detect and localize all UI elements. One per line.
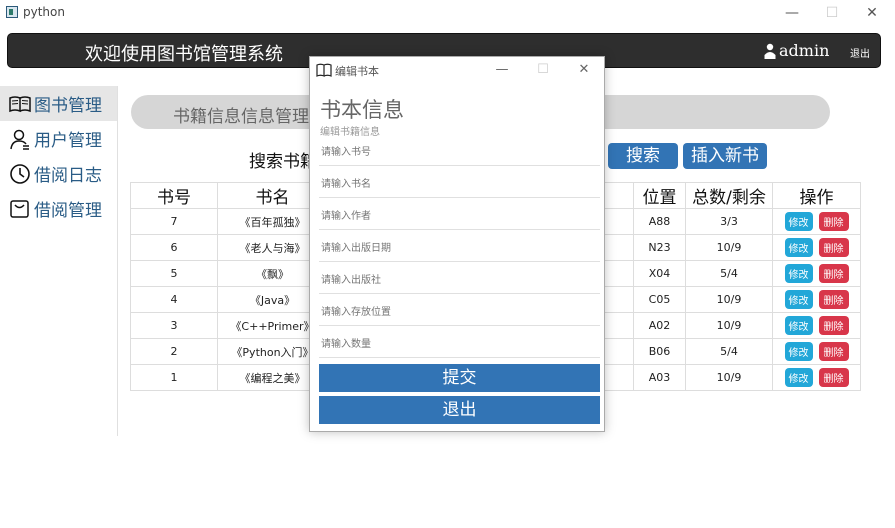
submit-button[interactable]: 提交 (319, 364, 600, 392)
cell-count: 10/9 (685, 234, 773, 261)
author-input[interactable] (319, 204, 600, 230)
cell-book-id: 6 (130, 234, 218, 261)
user-icon (10, 129, 29, 150)
book-icon (316, 63, 332, 77)
cell-location: X04 (633, 260, 686, 287)
sidebar-item-label: 借阅日志 (34, 166, 102, 186)
sidebar: 图书管理 用户管理 借阅日志 借阅管理 (0, 86, 118, 436)
column-header-count: 总数/剩余 (685, 182, 773, 209)
delete-button[interactable]: 删除 (818, 316, 849, 335)
cell-location: A03 (633, 364, 686, 391)
cell-actions: 修改 删除 (772, 338, 861, 365)
cell-book-id: 7 (130, 208, 218, 235)
edit-button[interactable]: 修改 (784, 368, 813, 387)
user-icon (764, 43, 776, 59)
username: admin (779, 41, 830, 60)
edit-button[interactable]: 修改 (784, 290, 813, 309)
maximize-button[interactable]: ☐ (822, 3, 842, 23)
close-button[interactable]: ✕ (862, 3, 882, 23)
quantity-input[interactable] (319, 332, 600, 358)
cell-location: N23 (633, 234, 686, 261)
logout-button[interactable]: 退出 (850, 45, 870, 60)
edit-button[interactable]: 修改 (784, 238, 813, 257)
dialog-maximize-button[interactable]: ☐ (533, 60, 553, 80)
delete-button[interactable]: 删除 (818, 264, 849, 283)
book-icon (9, 95, 31, 112)
cell-count: 10/9 (685, 286, 773, 313)
edit-button[interactable]: 修改 (784, 316, 813, 335)
sidebar-item-logs[interactable]: 借阅日志 (0, 156, 117, 191)
delete-button[interactable]: 删除 (818, 290, 849, 309)
sidebar-item-label: 图书管理 (34, 96, 102, 116)
clock-icon (10, 163, 30, 184)
edit-book-dialog: 编辑书本 — ☐ ✕ 书本信息 编辑书籍信息 提交 退出 (309, 56, 605, 432)
publisher-input[interactable] (319, 268, 600, 294)
delete-button[interactable]: 删除 (818, 368, 849, 387)
minimize-button[interactable]: — (782, 3, 802, 23)
book-name-input[interactable] (319, 172, 600, 198)
search-label: 搜索书籍 (249, 152, 317, 172)
sidebar-item-label: 用户管理 (34, 131, 102, 151)
sidebar-item-books[interactable]: 图书管理 (0, 86, 117, 121)
window-title: python (23, 5, 65, 19)
dialog-close-button[interactable]: ✕ (574, 60, 594, 80)
cell-count: 5/4 (685, 260, 773, 287)
cell-location: A88 (633, 208, 686, 235)
cell-book-id: 5 (130, 260, 218, 287)
banner-title: 书籍信息信息管理 (173, 107, 309, 127)
dialog-title: 编辑书本 (335, 65, 379, 78)
edit-button[interactable]: 修改 (784, 212, 813, 231)
sidebar-item-borrow[interactable]: 借阅管理 (0, 191, 117, 226)
header-title: 欢迎使用图书馆管理系统 (85, 44, 283, 65)
cell-count: 3/3 (685, 208, 773, 235)
app-window: python — ☐ ✕ 欢迎使用图书馆管理系统 admin 退出 图书管理 用… (0, 0, 895, 528)
delete-button[interactable]: 删除 (818, 342, 849, 361)
cell-actions: 修改 删除 (772, 286, 861, 313)
cell-actions: 修改 删除 (772, 208, 861, 235)
cell-location: B06 (633, 338, 686, 365)
cell-count: 10/9 (685, 312, 773, 339)
dialog-subheading: 编辑书籍信息 (320, 127, 380, 138)
cell-book-id: 4 (130, 286, 218, 313)
cell-book-id: 3 (130, 312, 218, 339)
cell-book-id: 1 (130, 364, 218, 391)
cell-location: C05 (633, 286, 686, 313)
exit-button[interactable]: 退出 (319, 396, 600, 424)
pub-date-input[interactable] (319, 236, 600, 262)
cell-location: A02 (633, 312, 686, 339)
dialog-titlebar: 编辑书本 — ☐ ✕ (310, 57, 604, 83)
app-icon (6, 6, 18, 18)
edit-button[interactable]: 修改 (784, 264, 813, 283)
dialog-heading: 书本信息 (320, 98, 404, 122)
sidebar-item-users[interactable]: 用户管理 (0, 121, 117, 156)
edit-button[interactable]: 修改 (784, 342, 813, 361)
dialog-minimize-button[interactable]: — (492, 60, 512, 80)
column-header-id: 书号 (130, 182, 218, 209)
window-titlebar: python — ☐ ✕ (0, 0, 895, 26)
sidebar-item-label: 借阅管理 (34, 201, 102, 221)
location-input[interactable] (319, 300, 600, 326)
cell-actions: 修改 删除 (772, 234, 861, 261)
delete-button[interactable]: 删除 (818, 238, 849, 257)
cell-actions: 修改 删除 (772, 364, 861, 391)
delete-button[interactable]: 删除 (818, 212, 849, 231)
cell-count: 5/4 (685, 338, 773, 365)
insert-book-button[interactable]: 插入新书 (683, 143, 767, 169)
cell-actions: 修改 删除 (772, 312, 861, 339)
cell-count: 10/9 (685, 364, 773, 391)
search-button[interactable]: 搜索 (608, 143, 678, 169)
cell-book-id: 2 (130, 338, 218, 365)
cell-actions: 修改 删除 (772, 260, 861, 287)
column-header-actions: 操作 (772, 182, 861, 209)
column-header-location: 位置 (633, 182, 686, 209)
box-icon (10, 199, 29, 218)
book-id-input[interactable] (319, 140, 600, 166)
